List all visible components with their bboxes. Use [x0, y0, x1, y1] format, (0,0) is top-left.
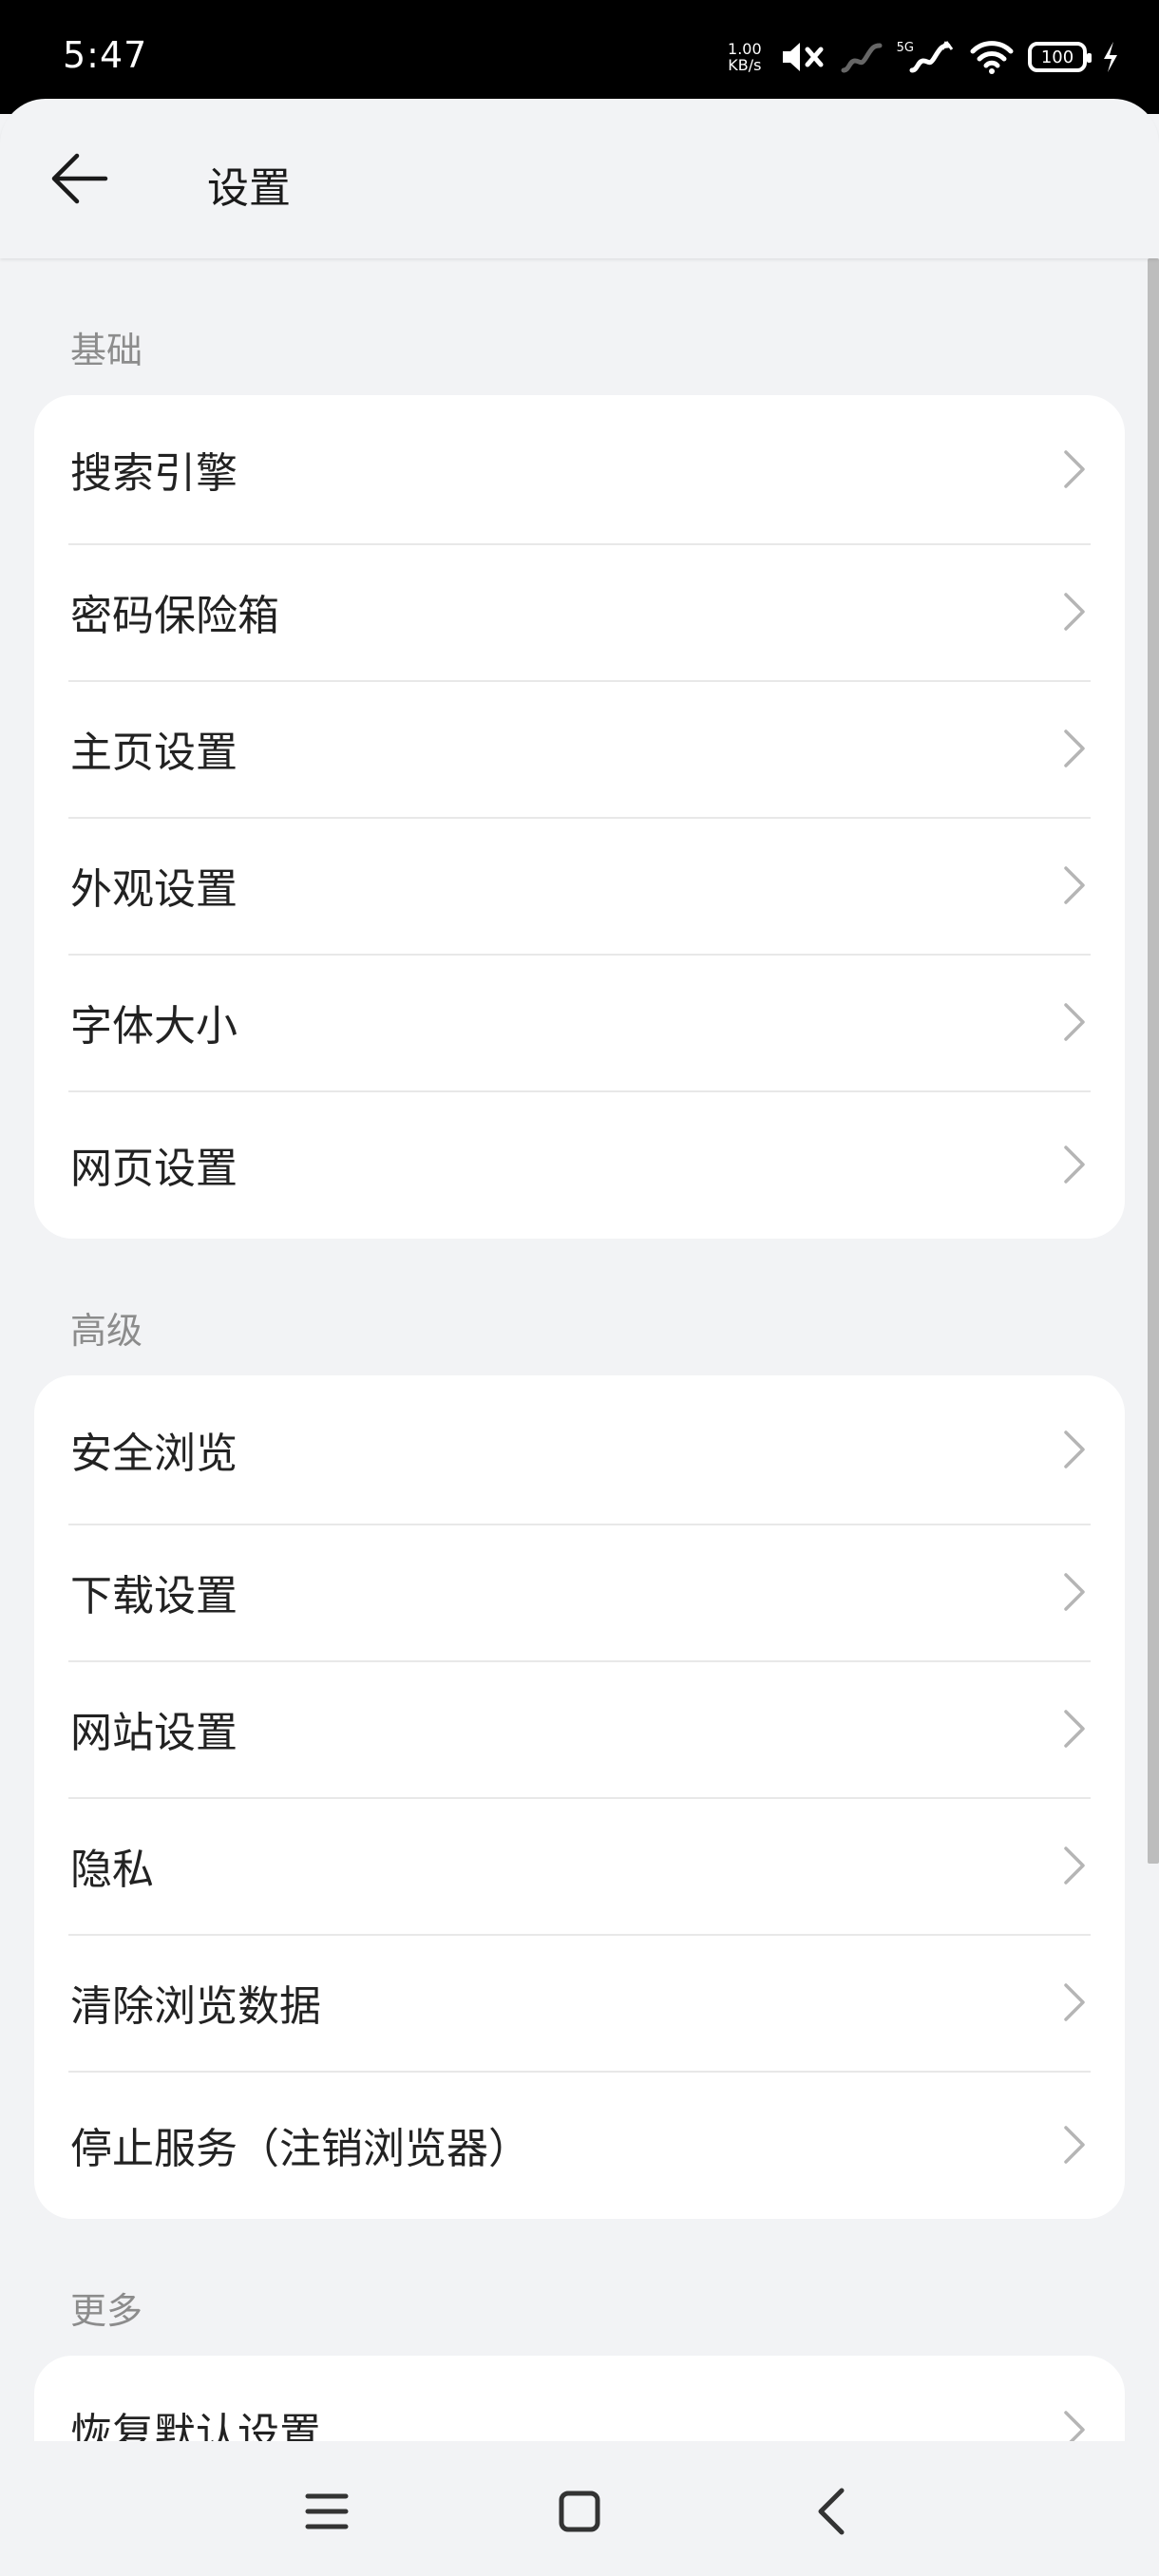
chevron-right-icon	[1064, 729, 1085, 767]
settings-item-homepage[interactable]: 主页设置	[34, 680, 1125, 817]
section-label-more: 更多	[70, 2290, 143, 2332]
settings-item-label: 密码保险箱	[70, 592, 279, 640]
settings-item-label: 字体大小	[70, 1002, 238, 1051]
net-speed: 1.00 KB/s	[728, 41, 762, 73]
chevron-right-icon	[1064, 2411, 1085, 2441]
net-speed-value: 1.00	[728, 40, 762, 58]
settings-item-label: 网页设置	[70, 1145, 238, 1193]
settings-item-site-settings[interactable]: 网站设置	[34, 1660, 1125, 1797]
settings-item-label: 清除浏览数据	[70, 1982, 321, 2031]
settings-item-restore-defaults[interactable]: 恢复默认设置	[34, 2356, 1125, 2441]
chevron-right-icon	[1064, 450, 1085, 488]
nav-back-button[interactable]	[790, 2470, 874, 2553]
settings-item-password-vault[interactable]: 密码保险箱	[34, 543, 1125, 680]
chevron-right-icon	[1064, 1847, 1085, 1885]
settings-item-label: 下载设置	[70, 1572, 238, 1620]
back-icon	[818, 2488, 845, 2535]
arrow-left-icon	[51, 153, 108, 204]
settings-card-basic: 搜索引擎 密码保险箱 主页设置 外观设置 字体大小 网页设置	[34, 395, 1125, 1239]
wifi-icon	[969, 38, 1015, 76]
settings-item-label: 外观设置	[70, 865, 238, 914]
app-bar: 设置	[0, 99, 1159, 258]
home-icon	[559, 2491, 600, 2532]
settings-item-safe-browsing[interactable]: 安全浏览	[34, 1375, 1125, 1524]
mute-icon	[779, 38, 826, 76]
settings-content[interactable]: 基础 搜索引擎 密码保险箱 主页设置 外观设置 字体大小 网页设置 高级 安全浏…	[0, 258, 1159, 2441]
settings-item-webpage[interactable]: 网页设置	[34, 1090, 1125, 1239]
settings-item-label: 恢复默认设置	[70, 2410, 321, 2441]
settings-item-label: 搜索引擎	[70, 449, 238, 498]
section-label-advanced: 高级	[70, 1310, 143, 1352]
system-nav-bar	[0, 2441, 1159, 2576]
chevron-right-icon	[1064, 593, 1085, 631]
settings-item-appearance[interactable]: 外观设置	[34, 817, 1125, 954]
section-label-basic: 基础	[70, 330, 143, 371]
battery-level: 100	[1040, 47, 1074, 67]
settings-item-label: 主页设置	[70, 729, 238, 777]
nav-home-button[interactable]	[538, 2470, 621, 2553]
settings-item-search-engine[interactable]: 搜索引擎	[34, 395, 1125, 543]
settings-item-download[interactable]: 下载设置	[34, 1524, 1125, 1660]
chevron-right-icon	[1064, 2126, 1085, 2164]
settings-item-stop-service[interactable]: 停止服务（注销浏览器）	[34, 2071, 1125, 2219]
chevron-right-icon	[1064, 1710, 1085, 1748]
signal-sim1-icon	[840, 38, 884, 76]
settings-item-label: 停止服务（注销浏览器）	[70, 2125, 530, 2173]
status-bar: 5:47 1.00 KB/s 5G 100	[0, 0, 1159, 114]
chevron-right-icon	[1064, 1003, 1085, 1041]
back-button[interactable]	[38, 137, 122, 220]
settings-item-label: 隐私	[70, 1846, 154, 1894]
settings-item-clear-data[interactable]: 清除浏览数据	[34, 1934, 1125, 2071]
chevron-right-icon	[1064, 1146, 1085, 1184]
settings-card-more: 恢复默认设置	[34, 2356, 1125, 2441]
charging-icon	[1100, 38, 1121, 76]
battery-icon: 100	[1028, 42, 1092, 72]
signal-5g-icon: 5G	[897, 38, 956, 76]
settings-item-label: 安全浏览	[70, 1430, 238, 1478]
scrollbar[interactable]	[1148, 258, 1159, 1864]
menu-icon	[305, 2493, 349, 2529]
settings-item-label: 网站设置	[70, 1709, 238, 1757]
chevron-right-icon	[1064, 866, 1085, 904]
status-icons: 1.00 KB/s 5G 100	[728, 32, 1121, 82]
settings-item-privacy[interactable]: 隐私	[34, 1797, 1125, 1934]
chevron-right-icon	[1064, 1430, 1085, 1468]
chevron-right-icon	[1064, 1573, 1085, 1611]
nav-menu-button[interactable]	[285, 2470, 369, 2553]
settings-card-advanced: 安全浏览 下载设置 网站设置 隐私 清除浏览数据 停止服务（注销浏览器）	[34, 1375, 1125, 2219]
page-title: 设置	[207, 164, 291, 213]
status-time: 5:47	[63, 34, 148, 76]
net-speed-unit: KB/s	[728, 56, 762, 74]
settings-item-font-size[interactable]: 字体大小	[34, 954, 1125, 1090]
chevron-right-icon	[1064, 1983, 1085, 2021]
